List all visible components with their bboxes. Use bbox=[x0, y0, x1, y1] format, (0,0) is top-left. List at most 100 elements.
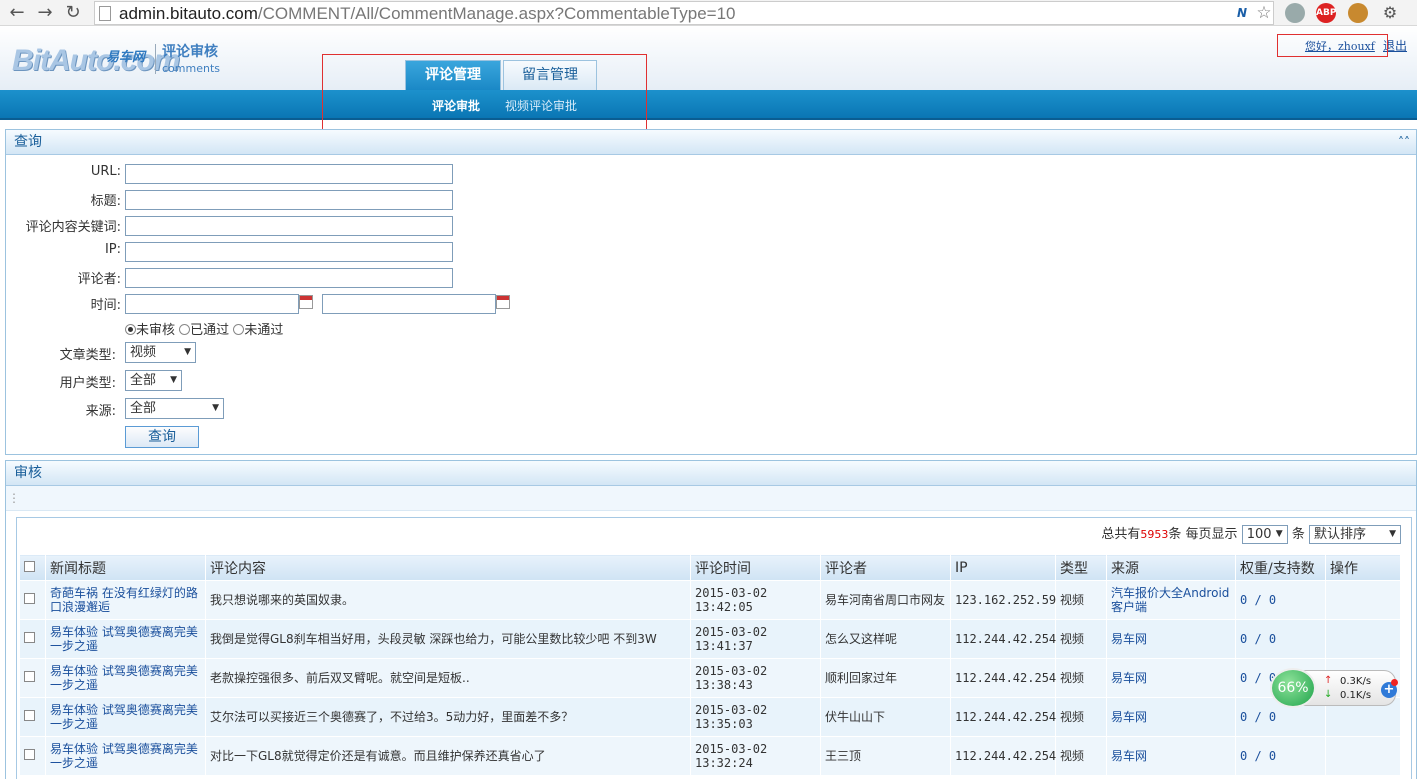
calendar-icon[interactable] bbox=[496, 295, 510, 309]
comment-content: 我倒是觉得GL8刹车相当好用，头段灵敏 深踩也给力，可能公里数比较少吧 不到3W bbox=[205, 619, 691, 659]
news-title-link[interactable]: 易车体验 试驾奥德赛离完美一步之遥 bbox=[45, 619, 206, 659]
col-source: 来源 bbox=[1106, 554, 1236, 581]
keyword-label: 评论内容关键词: bbox=[25, 220, 121, 235]
col-time: 评论时间 bbox=[690, 554, 821, 581]
calendar-icon[interactable] bbox=[299, 295, 313, 309]
notification-dot bbox=[1391, 679, 1398, 686]
table-row: 易车体验 试驾奥德赛离完美一步之遥 老款操控强很多、前后双叉臂呢。就空间是短板.… bbox=[19, 658, 1401, 698]
network-speed-widget[interactable]: 66% ↑ 0.3K/s ↓ 0.1K/s + bbox=[1270, 668, 1398, 708]
user-type-select[interactable]: 全部 ▼ bbox=[125, 370, 182, 391]
commenter-ip: 112.244.42.254 bbox=[950, 736, 1056, 776]
weight-support[interactable]: 0 / 0 bbox=[1235, 736, 1326, 776]
tab-message-manage[interactable]: 留言管理 bbox=[503, 60, 597, 90]
forward-arrow-icon[interactable]: → bbox=[34, 2, 56, 24]
news-title-link[interactable]: 易车体验 试驾奥德赛离完美一步之遥 bbox=[45, 658, 206, 698]
radio-approved[interactable]: 已通过 bbox=[179, 323, 229, 338]
col-weight: 权重/支持数 bbox=[1235, 554, 1326, 581]
source-link[interactable]: 易车网 bbox=[1106, 736, 1236, 776]
content-type: 视频 bbox=[1055, 658, 1107, 698]
globe-icon[interactable] bbox=[1285, 3, 1305, 23]
system-name: 评论审核 bbox=[162, 44, 218, 60]
source-link[interactable]: 易车网 bbox=[1106, 697, 1236, 737]
browser-toolbar: ← → ↻ admin.bitauto.com/COMMENT/All/Comm… bbox=[0, 0, 1417, 26]
select-all-checkbox[interactable] bbox=[19, 554, 46, 581]
upload-arrow-icon: ↑ bbox=[1324, 675, 1333, 686]
subnav-video-comment-approval[interactable]: 视频评论审批 bbox=[505, 97, 577, 114]
subnav-comment-approval[interactable]: 评论审批 bbox=[432, 97, 480, 114]
commenter-name: 伏牛山山下 bbox=[820, 697, 951, 737]
source-select[interactable]: 全部 ▼ bbox=[125, 398, 224, 419]
col-ip: IP bbox=[950, 554, 1056, 581]
wrench-icon[interactable]: ⚙ bbox=[1380, 3, 1400, 23]
comment-content: 我只想说哪来的英国奴隶。 bbox=[205, 580, 691, 620]
source-link[interactable]: 易车网 bbox=[1106, 658, 1236, 698]
row-checkbox[interactable] bbox=[19, 619, 46, 659]
query-panel-title: 查询 ˄˄ bbox=[6, 130, 1416, 155]
source-link[interactable]: 汽车报价大全Android客户端 bbox=[1106, 580, 1236, 620]
site-header: BitAuto.com 易车网 评论审核 comments 您好，zhouxf … bbox=[0, 26, 1417, 90]
table-row: 易车体验 试驾奥德赛离完美一步之遥 对比一下GL8就觉得定价还是有诚意。而且维护… bbox=[19, 736, 1401, 776]
system-name-en: comments bbox=[162, 62, 220, 75]
pagination-summary: 总共有5953条 每页显示 100 ▼ 条 默认排序 ▼ bbox=[1101, 523, 1401, 544]
review-panel: 审核 ⋮ 总共有5953条 每页显示 100 ▼ 条 默认排序 ▼ 新闻标题 评论内… bbox=[5, 460, 1417, 779]
comment-time: 2015-03-02 13:32:24 bbox=[690, 736, 821, 776]
article-type-select[interactable]: 视频 ▼ bbox=[125, 342, 196, 363]
speed-percent[interactable]: 66% bbox=[1270, 668, 1316, 708]
chevron-down-icon: ▼ bbox=[1389, 529, 1396, 539]
ip-input[interactable] bbox=[125, 242, 453, 262]
download-speed: 0.1K/s bbox=[1340, 690, 1372, 701]
radio-unreviewed[interactable]: 未审核 bbox=[125, 323, 175, 338]
cookie-icon[interactable] bbox=[1348, 3, 1368, 23]
comment-time: 2015-03-02 13:41:37 bbox=[690, 619, 821, 659]
content-type: 视频 bbox=[1055, 736, 1107, 776]
col-commenter: 评论者 bbox=[820, 554, 951, 581]
row-checkbox[interactable] bbox=[19, 736, 46, 776]
upload-speed: 0.3K/s bbox=[1340, 676, 1372, 687]
title-input[interactable] bbox=[125, 190, 453, 210]
end-time-input[interactable] bbox=[322, 294, 496, 314]
source-link[interactable]: 易车网 bbox=[1106, 619, 1236, 659]
row-checkbox[interactable] bbox=[19, 658, 46, 698]
query-button[interactable]: 查询 bbox=[125, 426, 199, 448]
comment-content: 对比一下GL8就觉得定价还是有诚意。而且维护保养还真省心了 bbox=[205, 736, 691, 776]
url-input[interactable] bbox=[125, 164, 453, 184]
row-checkbox[interactable] bbox=[19, 580, 46, 620]
row-actions bbox=[1325, 619, 1401, 659]
news-title-link[interactable]: 易车体验 试驾奥德赛离完美一步之遥 bbox=[45, 736, 206, 776]
user-highlight-box bbox=[1277, 34, 1388, 57]
source-label: 来源: bbox=[85, 404, 116, 419]
col-news-title[interactable]: 新闻标题 bbox=[45, 554, 206, 581]
table-row: 奇葩车祸 在没有红绿灯的路口浪漫邂逅 我只想说哪来的英国奴隶。 2015-03-… bbox=[19, 580, 1401, 620]
weight-support[interactable]: 0 / 0 bbox=[1235, 580, 1326, 620]
table-header: 新闻标题 评论内容 评论时间 评论者 IP 类型 来源 权重/支持数 操作 bbox=[19, 554, 1401, 581]
keyword-input[interactable] bbox=[125, 216, 453, 236]
extension-icon[interactable]: N bbox=[1232, 3, 1252, 23]
per-page-select[interactable]: 100 ▼ bbox=[1241, 525, 1288, 544]
start-time-input[interactable] bbox=[125, 294, 299, 314]
collapse-icon[interactable]: ˄˄ bbox=[1398, 130, 1410, 155]
tab-comment-manage[interactable]: 评论管理 bbox=[405, 60, 501, 90]
table-row: 易车体验 试驾奥德赛离完美一步之遥 我倒是觉得GL8刹车相当好用，头段灵敏 深踩… bbox=[19, 619, 1401, 659]
radio-rejected[interactable]: 未通过 bbox=[233, 323, 283, 338]
sort-select[interactable]: 默认排序 ▼ bbox=[1309, 525, 1401, 544]
chevron-down-icon: ▼ bbox=[184, 347, 191, 357]
reload-icon[interactable]: ↻ bbox=[62, 2, 84, 24]
star-icon[interactable]: ☆ bbox=[1254, 3, 1274, 23]
back-arrow-icon[interactable]: ← bbox=[6, 2, 28, 24]
commenter-input[interactable] bbox=[125, 268, 453, 288]
page-icon bbox=[99, 6, 111, 21]
comment-table: 新闻标题 评论内容 评论时间 评论者 IP 类型 来源 权重/支持数 操作 奇葩… bbox=[19, 554, 1401, 776]
col-type: 类型 bbox=[1055, 554, 1107, 581]
time-label: 时间: bbox=[90, 298, 121, 313]
row-checkbox[interactable] bbox=[19, 697, 46, 737]
table-row: 易车体验 试驾奥德赛离完美一步之遥 艾尔法可以买接近三个奥德赛了，不过给3。5动… bbox=[19, 697, 1401, 737]
review-panel-title: 审核 bbox=[6, 461, 1416, 486]
comment-time: 2015-03-02 13:35:03 bbox=[690, 697, 821, 737]
comment-time: 2015-03-02 13:38:43 bbox=[690, 658, 821, 698]
news-title-link[interactable]: 奇葩车祸 在没有红绿灯的路口浪漫邂逅 bbox=[45, 580, 206, 620]
commenter-name: 王三顶 bbox=[820, 736, 951, 776]
weight-support[interactable]: 0 / 0 bbox=[1235, 619, 1326, 659]
news-title-link[interactable]: 易车体验 试驾奥德赛离完美一步之遥 bbox=[45, 697, 206, 737]
adblock-icon[interactable]: ABP bbox=[1316, 3, 1336, 23]
address-bar[interactable]: admin.bitauto.com/COMMENT/All/CommentMan… bbox=[94, 1, 1274, 25]
